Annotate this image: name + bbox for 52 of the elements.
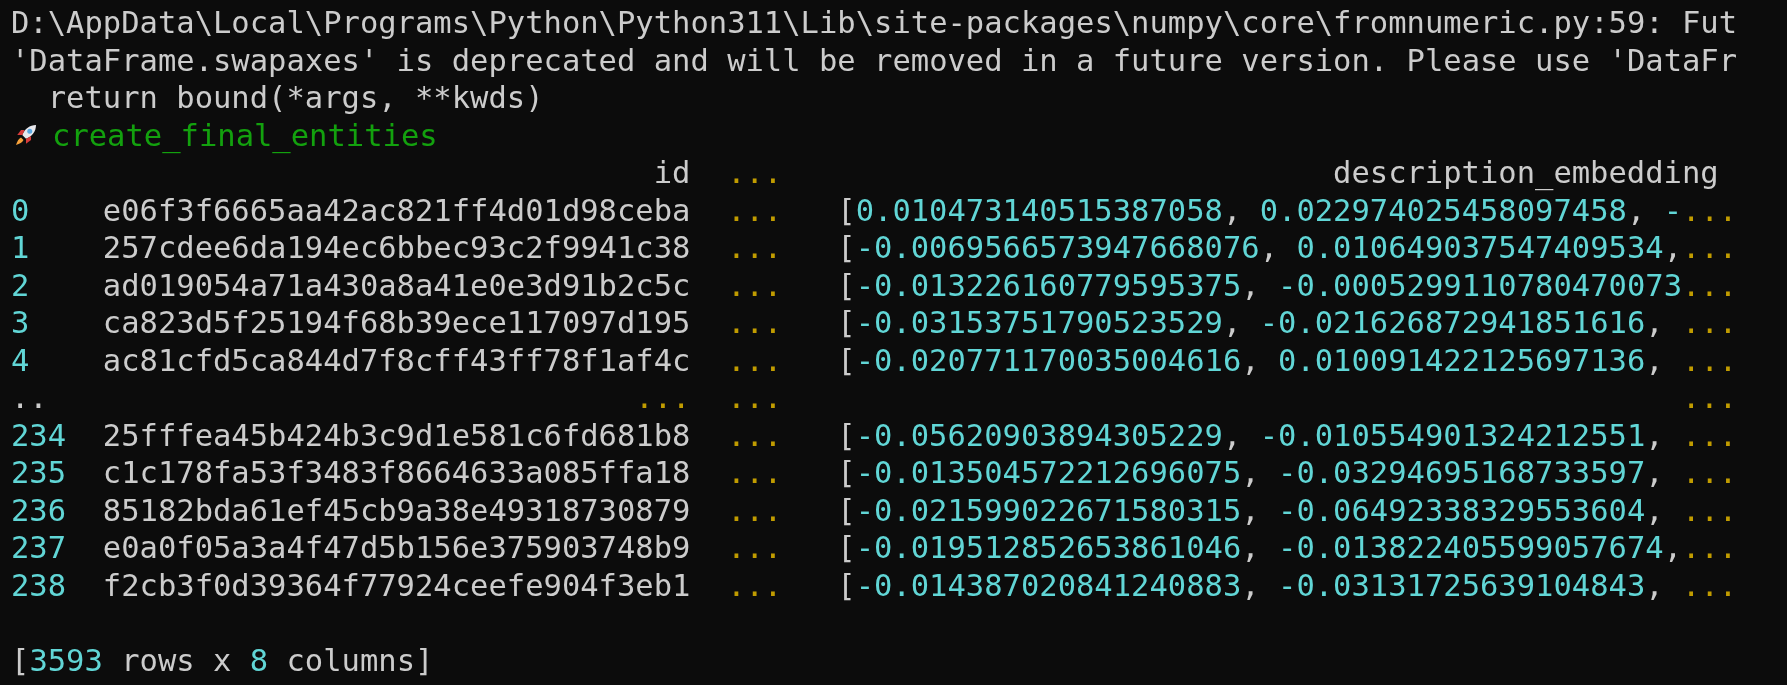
table-cell: ... <box>727 416 783 454</box>
table-cell-text: ... <box>634 379 691 417</box>
table-cell-text: [-0.019512852653861046, -0.013822405599057674,... <box>836 529 1738 567</box>
table-cell: ac81cfd5ca844d7f8cff43ff78f1af4c <box>102 341 691 379</box>
column-header: ... <box>727 154 783 192</box>
row-index: 0 <box>11 191 31 229</box>
table-cell: ... <box>727 491 783 529</box>
table-cell: f2cb3f0d39364f77924ceefe904f3eb1 <box>102 566 691 604</box>
table-cell: ... <box>727 379 783 417</box>
table-cell-text: [-0.013504572212696075, -0.03294695168733597, ... <box>836 454 1738 492</box>
table-cell: ... <box>727 341 783 379</box>
row-index: 237 <box>11 529 68 567</box>
row-index: 2 <box>11 266 31 304</box>
table-cell: ... <box>727 304 783 342</box>
table-cell: ca823d5f25194f68b39ece117097d195 <box>102 304 691 342</box>
row-index: 238 <box>11 566 68 604</box>
row-index: 4 <box>11 341 31 379</box>
table-cell: ... <box>727 266 783 304</box>
table-cell-text: [-0.03153751790523529, -0.021626872941851616, ... <box>836 304 1738 342</box>
table-cell: 25fffea45b424b3c9d1e581c6fd681b8 <box>102 416 691 454</box>
table-cell: ... <box>727 454 783 492</box>
table-cell-text: [-0.0069566573947668076, 0.010649037547409534,... <box>836 229 1738 267</box>
row-index: 236 <box>11 491 68 529</box>
table-cell-text: ... <box>1680 379 1738 417</box>
row-index: 1 <box>11 229 31 267</box>
table-cell: 257cdee6da194ec6bbec93c2f9941c38 <box>102 229 691 267</box>
row-index: 3 <box>11 304 31 342</box>
column-header: id <box>652 154 691 192</box>
row-index: 235 <box>11 454 68 492</box>
warning-line: 'DataFrame.swapaxes' is deprecated and will be removed in a future version. Please use 'DataFr <box>11 41 1739 79</box>
warning-line: return bound(*args, **kwds) <box>46 79 545 117</box>
row-index: 234 <box>11 416 68 454</box>
table-cell-text: [-0.05620903894305229, -0.010554901324212551, ... <box>836 416 1738 454</box>
table-cell: ... <box>727 529 783 567</box>
table-cell-text: [-0.013226160779595375, -0.0005299110780470073... <box>836 266 1738 304</box>
step-label: create_final_entities <box>52 116 438 154</box>
shape-summary: [3593 rows x 8 columns] <box>11 642 434 678</box>
row-index: .. <box>11 379 49 417</box>
table-cell: e06f3f6665aa42ac821ff4d01d98ceba <box>102 191 691 229</box>
table-cell: ... <box>727 566 783 604</box>
table-cell-text: [-0.021599022671580315, -0.06492338329553604, ... <box>836 491 1738 529</box>
table-cell: 85182bda61ef45cb9a38e49318730879 <box>102 491 691 529</box>
warning-line: D:\AppData\Local\Programs\Python\Python311\Lib\site-packages\numpy\core\fromnumeric.py:59: Fut <box>11 4 1739 42</box>
table-cell-text: [-0.020771170035004616, 0.010091422125697136, ... <box>836 341 1738 379</box>
table-cell-text: [-0.014387020841240883, -0.03131725639104843, ... <box>836 566 1738 604</box>
table-cell: ad019054a71a430a8a41e0e3d91b2c5c <box>102 266 691 304</box>
table-cell: ... <box>727 229 783 267</box>
table-cell: c1c178fa53f3483f8664633a085ffa18 <box>102 454 691 492</box>
table-cell-text: [0.010473140515387058, 0.022974025458097458, -... <box>836 191 1738 229</box>
table-cell: e0a0f05a3a4f47d5b156e375903748b9 <box>102 529 691 567</box>
column-header: description_embedding <box>1332 154 1719 192</box>
table-cell: ... <box>727 191 783 229</box>
